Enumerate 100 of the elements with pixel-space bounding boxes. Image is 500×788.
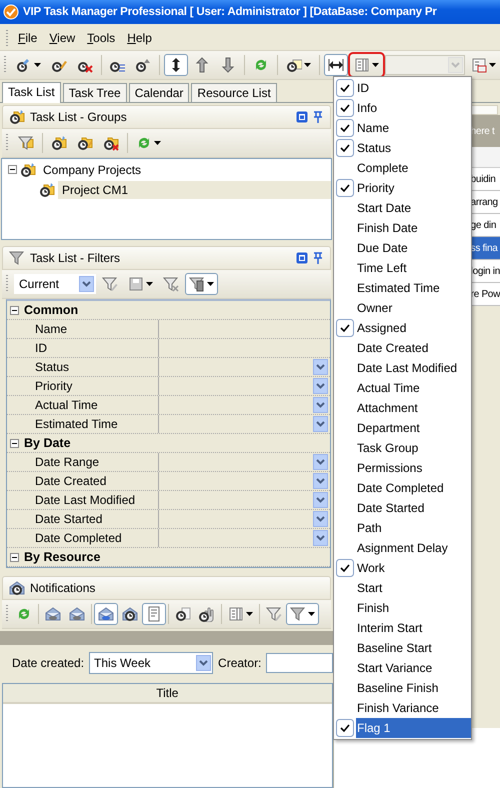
collapse-icon[interactable]	[10, 306, 19, 314]
menu-item[interactable]: Start	[334, 578, 471, 598]
menu-item[interactable]: Complete	[334, 158, 471, 178]
checkmark-icon[interactable]	[336, 179, 354, 197]
collapse-icon[interactable]	[8, 165, 17, 174]
panel-title: Notifications	[30, 581, 96, 595]
menu-item[interactable]: Baseline Start	[334, 638, 471, 658]
menu-item[interactable]: Date Completed	[334, 478, 471, 498]
menu-item[interactable]: Help	[125, 31, 154, 45]
menu-item[interactable]: Department	[334, 418, 471, 438]
menu-item[interactable]: Start Variance	[334, 658, 471, 678]
property-label: Date Last Modified	[7, 491, 159, 509]
creator-field[interactable]	[266, 653, 333, 673]
columns-icon	[228, 606, 244, 622]
checkmark-icon[interactable]	[336, 99, 354, 117]
caret-icon[interactable]	[372, 63, 379, 67]
menu-item[interactable]: File	[16, 31, 40, 45]
menu-item[interactable]: Finish	[334, 598, 471, 618]
dropdown-button[interactable]	[312, 492, 328, 508]
menu-item[interactable]: Finish Date	[334, 218, 471, 238]
dropdown-button[interactable]	[312, 397, 328, 413]
caret-icon[interactable]	[154, 141, 161, 145]
menu-item[interactable]: Baseline Finish	[334, 678, 471, 698]
dropdown-button[interactable]	[312, 473, 328, 489]
tab[interactable]: Calendar	[128, 83, 190, 102]
checkmark-icon[interactable]	[336, 719, 354, 737]
funnel-folder-icon	[18, 135, 34, 151]
dropdown-button[interactable]	[312, 359, 328, 375]
panel-title: Task List - Groups	[30, 110, 128, 124]
menu-item[interactable]: Work	[334, 558, 471, 578]
window-icon[interactable]	[296, 111, 308, 123]
menu-item[interactable]: Info	[334, 98, 471, 118]
checkmark-icon[interactable]	[336, 559, 354, 577]
tree-item[interactable]: Project CM1	[58, 180, 331, 198]
menu-item[interactable]: Assigned	[334, 318, 471, 338]
chevron-down-icon	[316, 383, 325, 389]
checkmark-icon[interactable]	[336, 319, 354, 337]
dropdown-button[interactable]	[79, 276, 94, 292]
menu-item[interactable]: Asignment Delay	[334, 538, 471, 558]
filter-dropdown[interactable]: Current	[14, 274, 96, 294]
menu-item[interactable]: Finish Variance	[334, 698, 471, 718]
menu-item[interactable]: Due Date	[334, 238, 471, 258]
dropdown-button[interactable]	[312, 511, 328, 527]
caret-icon[interactable]	[304, 63, 311, 67]
tab[interactable]: Resource List	[191, 83, 277, 102]
menu-item[interactable]: Estimated Time	[334, 278, 471, 298]
menu-item[interactable]: Name	[334, 118, 471, 138]
caret-icon[interactable]	[146, 282, 153, 286]
property-label: ID	[7, 339, 159, 357]
tree-item[interactable]: Company Projects	[39, 160, 146, 178]
property-label: Name	[7, 320, 159, 338]
dropdown-button[interactable]	[312, 378, 328, 394]
toolbar-button[interactable]	[164, 54, 188, 76]
caret-icon[interactable]	[489, 63, 496, 67]
toolbar-button[interactable]	[324, 54, 348, 76]
menu-item[interactable]: Path	[334, 518, 471, 538]
caret-icon[interactable]	[308, 612, 315, 616]
menu-item[interactable]: ID	[334, 78, 471, 98]
date-created-dropdown[interactable]: This Week	[89, 652, 214, 674]
menu-item[interactable]: Priority	[334, 178, 471, 198]
menu-item[interactable]: Interim Start	[334, 618, 471, 638]
folder-clock-pencil-icon	[77, 135, 93, 151]
dropdown-button[interactable]	[196, 655, 212, 671]
tab[interactable]: Task List	[2, 82, 61, 103]
tab[interactable]: Task Tree	[62, 83, 127, 102]
column-header[interactable]: Title	[3, 684, 332, 704]
task-cell[interactable]: arrang	[470, 196, 498, 208]
menu-item[interactable]: Task Group	[334, 438, 471, 458]
window-icon[interactable]	[296, 252, 308, 264]
folder-clock-icon	[9, 109, 25, 125]
menu-item[interactable]: Permissions	[334, 458, 471, 478]
menu-item[interactable]: Start Date	[334, 198, 471, 218]
menu-item[interactable]: Time Left	[334, 258, 471, 278]
menu-item[interactable]: Date Started	[334, 498, 471, 518]
pin-icon[interactable]	[312, 111, 324, 123]
menu-item[interactable]: Attachment	[334, 398, 471, 418]
caret-icon[interactable]	[34, 63, 41, 67]
menu-item[interactable]: Actual Time	[334, 378, 471, 398]
menu-item[interactable]: Status	[334, 138, 471, 158]
funnel-pencil-icon	[102, 276, 118, 292]
pin-icon[interactable]	[312, 252, 324, 264]
collapse-icon[interactable]	[10, 438, 19, 448]
collapse-icon[interactable]	[10, 552, 19, 562]
property-label: Status	[7, 358, 159, 376]
menu-item[interactable]: Owner	[334, 298, 471, 318]
checkmark-icon[interactable]	[336, 119, 354, 137]
refresh-icon	[16, 606, 32, 622]
toolbar-button[interactable]	[185, 273, 218, 295]
dropdown-button[interactable]	[312, 416, 328, 432]
dropdown-button[interactable]	[312, 454, 328, 470]
property-label: Priority	[7, 377, 159, 395]
checkmark-icon[interactable]	[336, 79, 354, 97]
checkmark-icon[interactable]	[336, 139, 354, 157]
menu-item[interactable]: Tools	[85, 31, 118, 45]
dropdown-button[interactable]	[312, 530, 328, 546]
caret-icon[interactable]	[246, 612, 253, 616]
menu-item[interactable]: Date Created	[334, 338, 471, 358]
caret-icon[interactable]	[207, 282, 214, 286]
menu-item[interactable]: View	[47, 31, 78, 45]
menu-item[interactable]: Date Last Modified	[334, 358, 471, 378]
